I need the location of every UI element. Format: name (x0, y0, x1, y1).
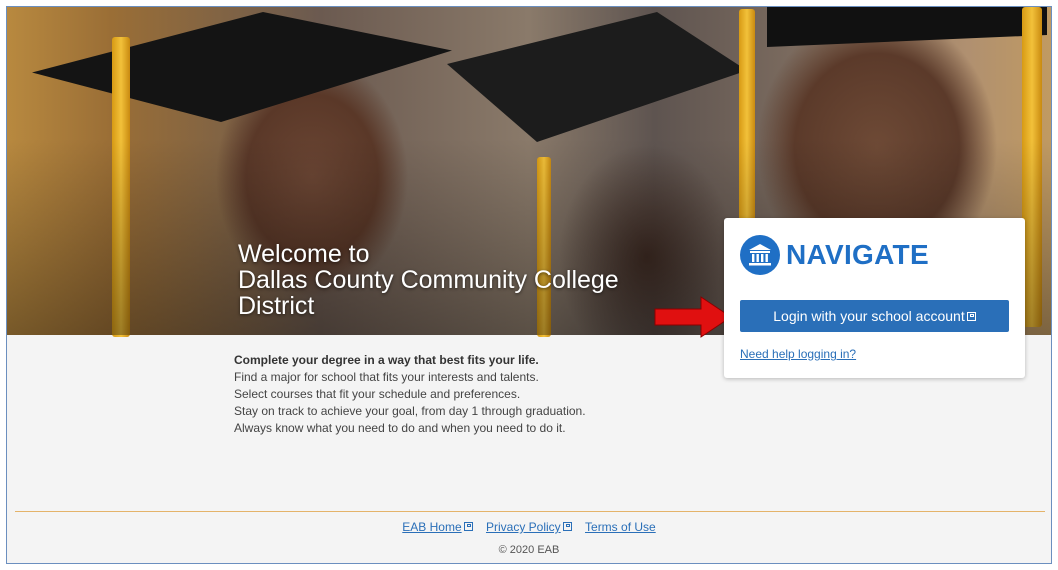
login-button[interactable]: Login with your school account (740, 300, 1009, 332)
description-line: Find a major for school that fits your i… (234, 370, 539, 384)
external-link-icon (966, 311, 976, 321)
external-link-icon (562, 522, 572, 531)
institution-icon (740, 235, 780, 275)
login-card: NAVIGATE Login with your school account … (724, 218, 1025, 378)
description-lead: Complete your degree in a way that best … (234, 353, 539, 367)
welcome-heading: Welcome to Dallas County Community Colle… (238, 241, 619, 319)
login-button-label: Login with your school account (773, 308, 965, 324)
welcome-line: District (238, 292, 315, 320)
copyright-text: © 2020 EAB (498, 544, 560, 556)
red-arrow-icon (654, 296, 732, 338)
help-login-link[interactable]: Need help logging in? (740, 347, 856, 361)
footer-links: EAB Home Privacy Policy Terms of Use (7, 520, 1051, 534)
external-link-icon (463, 522, 473, 531)
description-line: Stay on track to achieve your goal, from… (234, 404, 586, 418)
welcome-line: Welcome to (238, 240, 370, 268)
page-frame: Welcome to Dallas County Community Colle… (6, 6, 1052, 564)
logo-text: NAVIGATE (786, 239, 929, 270)
footer-divider (15, 511, 1045, 512)
footer-link-label: EAB Home (402, 520, 462, 534)
description-block: Complete your degree in a way that best … (234, 352, 586, 437)
footer-link-privacy-policy[interactable]: Privacy Policy (486, 520, 572, 534)
description-line: Always know what you need to do and when… (234, 421, 566, 435)
welcome-line: Dallas County Community College (238, 266, 619, 294)
navigate-logo: NAVIGATE (740, 235, 929, 275)
footer-link-label: Terms of Use (585, 520, 656, 534)
footer-link-eab-home[interactable]: EAB Home (402, 520, 473, 534)
description-line: Select courses that fit your schedule an… (234, 387, 521, 401)
footer-link-label: Privacy Policy (485, 520, 561, 534)
footer-link-terms-of-use[interactable]: Terms of Use (585, 520, 656, 534)
